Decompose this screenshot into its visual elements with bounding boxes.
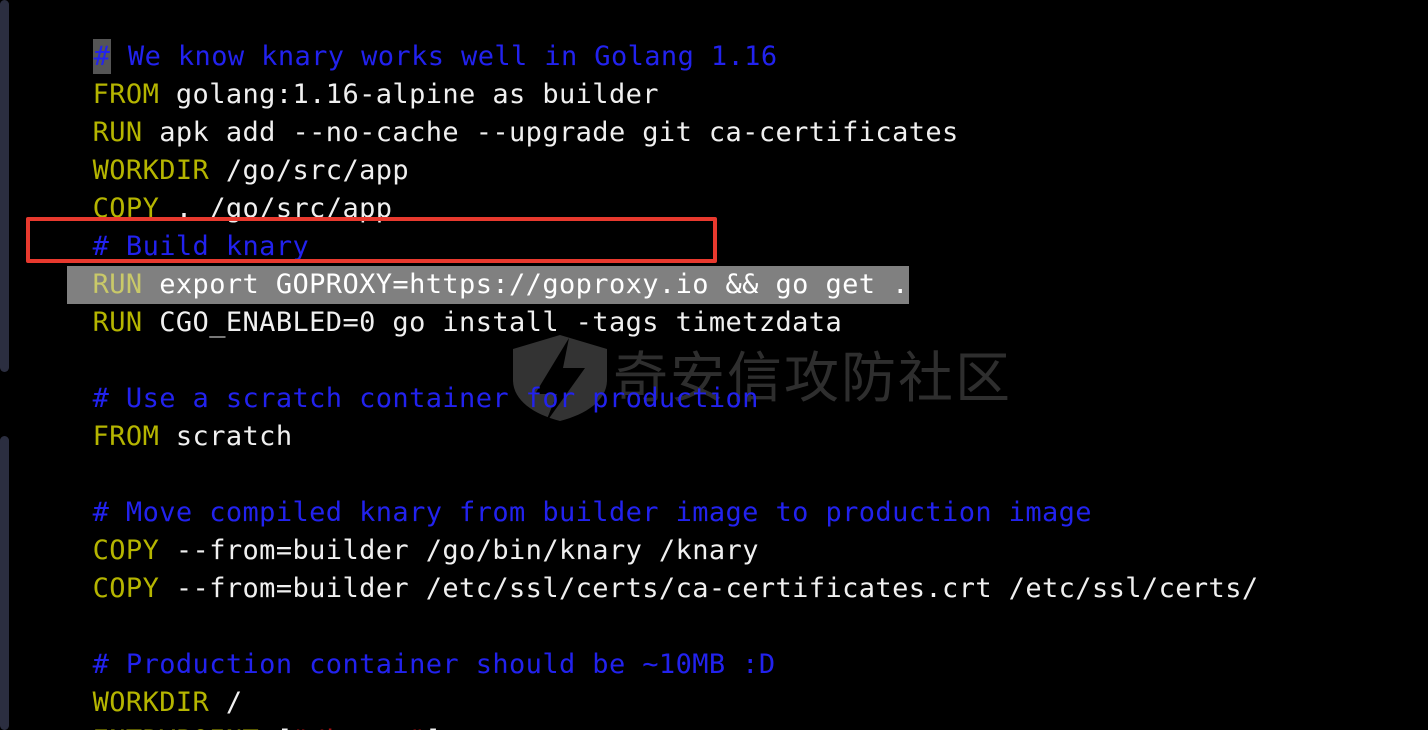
code-line-10[interactable]: # Use a scratch container for production xyxy=(0,342,1428,414)
close-bracket: ] xyxy=(426,725,443,730)
code-line-14[interactable]: COPY --from=builder /go/bin/knary /knary xyxy=(0,494,1428,566)
vertical-scrollbar[interactable] xyxy=(0,0,9,730)
code-line-1[interactable]: # We know knary works well in Golang 1.1… xyxy=(0,0,1428,74)
scrollbar-thumb-lower[interactable] xyxy=(0,436,9,730)
code-editor-surface[interactable]: # We know knary works well in Golang 1.1… xyxy=(0,0,1428,730)
code-line-4[interactable]: WORKDIR /go/src/app xyxy=(0,114,1428,186)
code-line-8[interactable]: RUN CGO_ENABLED=0 go install -tags timet… xyxy=(0,266,1428,338)
code-line-18[interactable]: WORKDIR / xyxy=(0,646,1428,718)
code-line-16-blank[interactable] xyxy=(0,570,1428,608)
string-literal: "/knary" xyxy=(293,725,426,730)
open-bracket: [ xyxy=(259,725,292,730)
code-line-17[interactable]: # Production container should be ~10MB :… xyxy=(0,608,1428,680)
code-line-6[interactable]: # Build knary xyxy=(0,190,1428,262)
code-line-15[interactable]: COPY --from=builder /etc/ssl/certs/ca-ce… xyxy=(0,532,1428,604)
code-line-12-blank[interactable] xyxy=(0,418,1428,456)
scrollbar-thumb-upper[interactable] xyxy=(0,0,9,372)
code-line-3[interactable]: RUN apk add --no-cache --upgrade git ca-… xyxy=(0,76,1428,148)
code-line-9-blank[interactable] xyxy=(0,304,1428,342)
dockerfile-keyword: ENTRYPOINT xyxy=(93,725,260,730)
code-line-5[interactable]: COPY . /go/src/app xyxy=(0,152,1428,224)
code-line-11[interactable]: FROM scratch xyxy=(0,380,1428,452)
code-line-2[interactable]: FROM golang:1.16-alpine as builder xyxy=(0,38,1428,110)
code-line-13[interactable]: # Move compiled knary from builder image… xyxy=(0,456,1428,528)
code-line-7-selected[interactable]: RUN export GOPROXY=https://goproxy.io &&… xyxy=(0,228,1428,304)
code-line-19[interactable]: ENTRYPOINT ["/knary"] xyxy=(0,684,1428,730)
